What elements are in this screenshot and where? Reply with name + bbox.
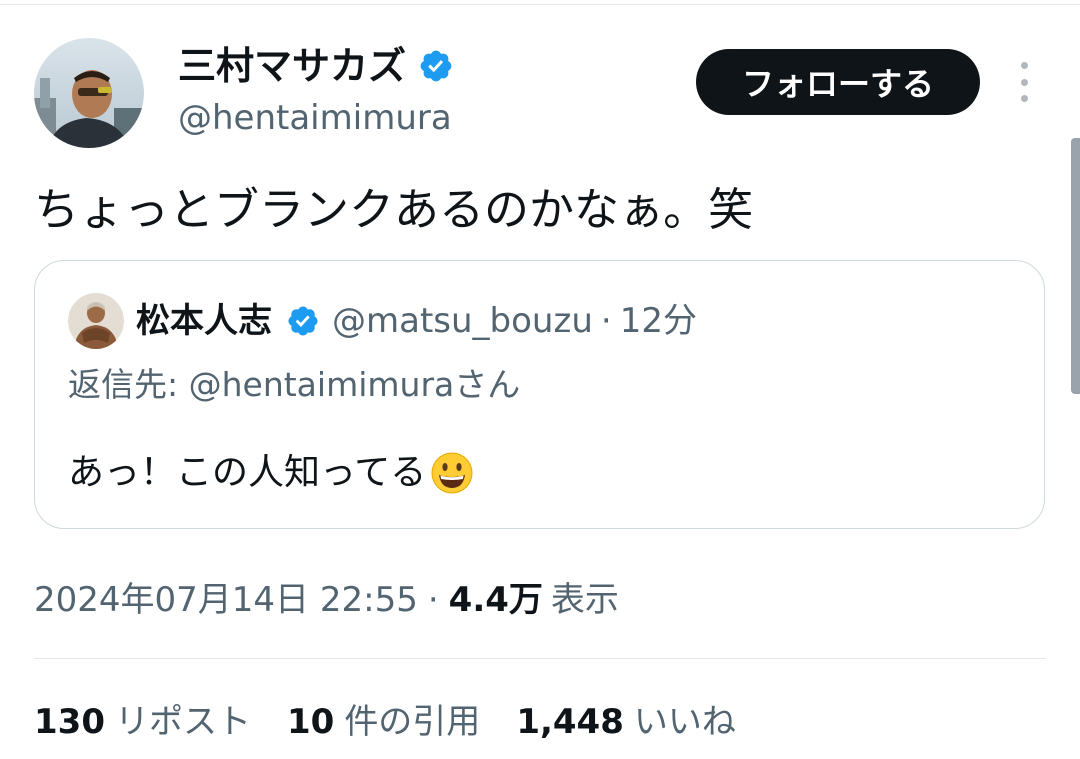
quoted-avatar-image [68,293,124,349]
meta-separator: · [427,580,439,620]
quoted-author-name[interactable]: 松本人志 [136,297,272,345]
author-avatar-image [34,38,144,148]
author-avatar[interactable] [34,38,144,148]
stats-divider [34,658,1046,659]
quoted-author-handle[interactable]: @matsu_bouzu [332,297,593,345]
quoted-time[interactable]: 12分 [620,297,697,345]
top-divider [0,4,1080,5]
author-handle[interactable]: @hentaimimura [178,96,452,140]
grinning-face-icon [431,452,473,494]
quoted-author-avatar[interactable] [68,293,124,349]
follow-button[interactable]: フォローする [696,49,980,115]
quotes-label: 件の引用 [344,702,481,742]
quoted-text-row: あっ！この人知ってる [68,447,474,499]
tweet-timestamp[interactable]: 2024年07月14日 22:55 [34,576,418,624]
engagement-stats: 130 リポスト 10 件の引用 1,448 いいね [34,698,772,746]
reposts-count: 130 [34,702,105,742]
views-label: 表示 [550,580,619,620]
more-dot [1020,95,1028,102]
quoted-text: あっ！この人知ってる [68,452,427,493]
more-dot [1020,62,1028,69]
quoted-tweet-card[interactable]: 松本人志 @matsu_bouzu · 12分 返信先: @hentaimimu… [34,260,1045,529]
quoted-reply-to: 返信先: @hentaimimuraさん [68,365,521,404]
scrollbar[interactable] [1071,138,1080,394]
tweet-text: ちょっとブランクあるのかなぁ。笑 [34,183,754,236]
quoted-separator: · [600,301,612,341]
more-options-icon[interactable] [1012,62,1036,102]
likes-count: 1,448 [516,702,624,742]
views-count: 4.4万 [448,580,543,620]
reposts-stat[interactable]: 130 リポスト [34,698,251,746]
reposts-label: リポスト [114,702,251,742]
verified-badge-icon [420,50,452,82]
likes-stat[interactable]: 1,448 いいね [516,698,736,746]
more-dot [1020,78,1028,86]
verified-badge-icon [288,306,318,336]
quotes-count: 10 [286,702,335,742]
quotes-stat[interactable]: 10 件の引用 [287,698,480,746]
likes-label: いいね [633,702,736,742]
author-name-row[interactable]: 三村マサカズ [178,43,454,89]
author-name[interactable]: 三村マサカズ [178,43,406,89]
quoted-header: 松本人志 @matsu_bouzu · 12分 [136,297,697,345]
tweet-meta: 2024年07月14日 22:55 · 4.4万 表示 [34,576,619,624]
